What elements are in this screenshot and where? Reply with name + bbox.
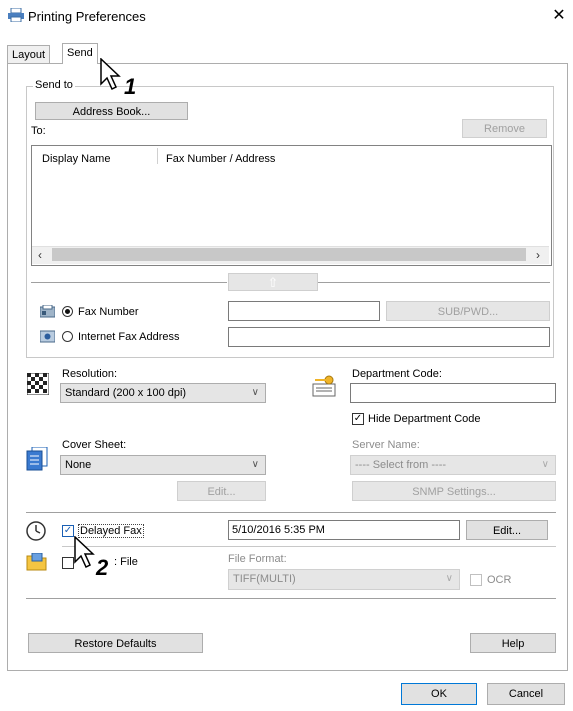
ocr-checkbox[interactable] (470, 574, 482, 586)
chevron-down-icon: ∨ (251, 459, 259, 470)
resolution-select[interactable]: Standard (200 x 100 dpi) ∨ (60, 383, 266, 403)
ocr-label: OCR (487, 574, 512, 586)
chevron-down-icon: ∨ (251, 387, 259, 398)
server-name-label: Server Name: (352, 439, 420, 451)
file-format-label: File Format: (228, 553, 287, 565)
server-name-select[interactable]: ---- Select from ---- ∨ (350, 455, 556, 475)
address-book-button[interactable]: Address Book... (35, 102, 188, 120)
help-button[interactable]: Help (470, 633, 556, 653)
column-divider (157, 148, 158, 164)
cancel-button[interactable]: Cancel (487, 683, 565, 705)
scrollbar-thumb[interactable] (52, 248, 526, 261)
list-column-header-fax-number[interactable]: Fax Number / Address (166, 153, 275, 165)
section-divider-1 (26, 512, 556, 513)
ok-button[interactable]: OK (401, 683, 477, 705)
divider-left (31, 282, 227, 283)
close-icon[interactable]: ✕ (551, 5, 567, 25)
resolution-label: Resolution: (62, 368, 118, 380)
callout-number-2: 2 (96, 555, 109, 580)
file-format-select[interactable]: TIFF(MULTI) ∨ (228, 569, 460, 590)
up-arrow-icon: ⇧ (267, 275, 279, 290)
file-format-value: TIFF(MULTI) (233, 573, 296, 585)
internet-fax-icon (39, 330, 56, 343)
server-name-value: ---- Select from ---- (355, 459, 447, 471)
cover-sheet-value: None (65, 459, 92, 471)
department-code-input[interactable] (350, 383, 556, 403)
divider-right (318, 282, 550, 283)
radio-selected-dot (65, 309, 70, 314)
resolution-icon (26, 372, 50, 396)
snmp-settings-button[interactable]: SNMP Settings... (352, 481, 556, 501)
delayed-fax-datetime[interactable]: 5/10/2016 5:35 PM (228, 520, 460, 540)
section-divider-2 (62, 546, 556, 547)
cover-sheet-select[interactable]: None ∨ (60, 455, 266, 475)
fax-icon (39, 304, 56, 318)
send-to-legend: Send to (33, 79, 75, 91)
section-divider-3 (26, 598, 556, 599)
hide-department-code-checkbox[interactable]: ✓ (352, 413, 364, 425)
scroll-left-icon[interactable]: ‹ (38, 248, 42, 262)
delayed-fax-label: Delayed Fax (78, 524, 144, 538)
tab-layout[interactable]: Layout (7, 45, 51, 64)
window-title: Printing Preferences (28, 9, 146, 24)
scroll-right-icon[interactable]: › (536, 248, 540, 262)
restore-defaults-button[interactable]: Restore Defaults (28, 633, 203, 653)
folder-icon (26, 552, 48, 571)
department-code-label: Department Code: (352, 368, 442, 380)
delayed-fax-edit-button[interactable]: Edit... (466, 520, 548, 540)
printer-icon (8, 7, 24, 23)
clock-icon (26, 521, 46, 541)
internet-fax-radio[interactable] (62, 331, 73, 342)
delayed-fax-checkbox[interactable]: ✓ (62, 525, 74, 537)
resolution-value: Standard (200 x 100 dpi) (65, 387, 187, 399)
chevron-down-icon: ∨ (445, 573, 453, 584)
internet-fax-label: Internet Fax Address (78, 331, 180, 343)
tab-send[interactable]: Send (62, 43, 98, 64)
fax-number-label: Fax Number (78, 306, 139, 318)
list-column-header-display-name[interactable]: Display Name (42, 153, 110, 165)
archive-file-label: : File (114, 556, 138, 568)
move-up-button[interactable]: ⇧ (228, 273, 318, 291)
callout-number-1: 1 (124, 74, 137, 99)
cover-sheet-edit-button[interactable]: Edit... (177, 481, 266, 501)
cover-sheet-icon (26, 446, 48, 471)
department-key-icon (311, 374, 337, 398)
remove-button[interactable]: Remove (462, 119, 547, 138)
to-label: To: (31, 125, 46, 137)
hide-department-code-label: Hide Department Code (368, 413, 481, 425)
sub-pwd-button[interactable]: SUB/PWD... (386, 301, 550, 321)
fax-number-radio[interactable] (62, 306, 73, 317)
archive-file-checkbox[interactable] (62, 557, 74, 569)
fax-number-input[interactable] (228, 301, 380, 321)
chevron-down-icon: ∨ (541, 459, 549, 470)
internet-fax-input[interactable] (228, 327, 550, 347)
cover-sheet-label: Cover Sheet: (62, 439, 127, 451)
